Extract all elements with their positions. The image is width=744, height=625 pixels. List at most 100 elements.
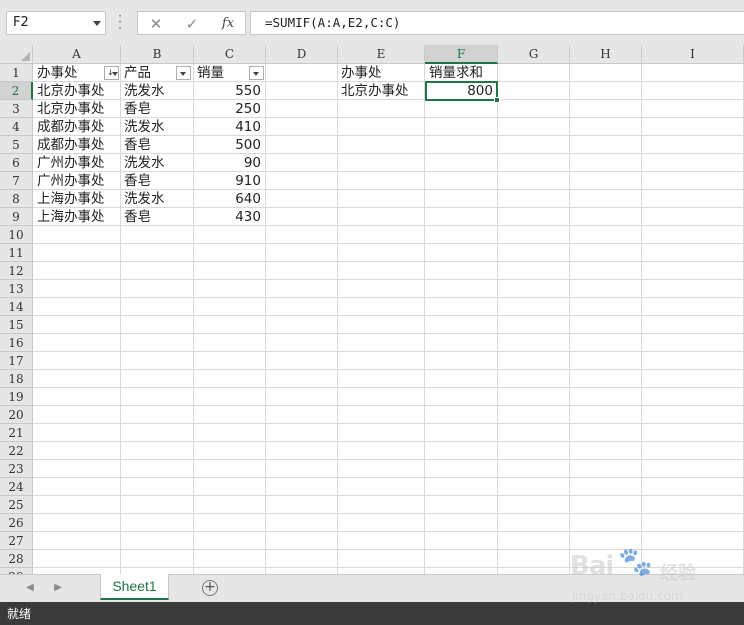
spreadsheet-grid[interactable]: ABCDEFGHI 1 2 3 4 5 6 7 8 9 10 11 12 13 14 15 16 17 18 19 2… bbox=[0, 45, 744, 574]
sheet-tab[interactable]: Sheet1 bbox=[100, 574, 169, 600]
cell-c6[interactable]: 90 bbox=[194, 154, 264, 172]
active-cell-cursor bbox=[425, 81, 500, 103]
cell-a5[interactable]: 成都办事处 bbox=[34, 136, 120, 154]
confirm-icon[interactable]: ✓ bbox=[180, 14, 204, 34]
sort-filter-button[interactable]: ↓ bbox=[104, 66, 119, 80]
cell-b6[interactable]: 洗发水 bbox=[121, 154, 191, 172]
row-header-20[interactable]: 20 bbox=[0, 406, 33, 424]
cell-a7[interactable]: 广州办事处 bbox=[34, 172, 120, 190]
row-header-24[interactable]: 24 bbox=[0, 478, 33, 496]
filter-arrow-icon bbox=[180, 72, 186, 76]
cell-c8[interactable]: 640 bbox=[194, 190, 264, 208]
row-header-4[interactable]: 4 bbox=[0, 118, 33, 136]
row-header-19[interactable]: 19 bbox=[0, 388, 33, 406]
cell-c4[interactable]: 410 bbox=[194, 118, 264, 136]
next-sheet-icon[interactable]: ▶ bbox=[50, 580, 66, 596]
sheet-tab-bar: ◀ ▶ Sheet1 + bbox=[0, 574, 744, 602]
cell-a6[interactable]: 广州办事处 bbox=[34, 154, 120, 172]
add-sheet-icon[interactable]: + bbox=[202, 580, 218, 596]
cell-a8[interactable]: 上海办事处 bbox=[34, 190, 120, 208]
cell-c3[interactable]: 250 bbox=[194, 100, 264, 118]
prev-sheet-icon[interactable]: ◀ bbox=[22, 580, 38, 596]
row-header-9[interactable]: 9 bbox=[0, 208, 33, 226]
formula-text: =SUMIF(A:A,E2,C:C) bbox=[265, 15, 401, 30]
column-header-f[interactable]: F bbox=[425, 45, 498, 64]
row-gridline bbox=[33, 459, 744, 460]
row-header-7[interactable]: 7 bbox=[0, 172, 33, 190]
status-text: 就绪 bbox=[7, 607, 32, 621]
row-header-16[interactable]: 16 bbox=[0, 334, 33, 352]
name-box[interactable]: F2 bbox=[6, 11, 106, 35]
cell-b9[interactable]: 香皂 bbox=[121, 208, 191, 226]
chevron-down-icon[interactable] bbox=[93, 21, 101, 26]
row-header-6[interactable]: 6 bbox=[0, 154, 33, 172]
row-header-2[interactable]: 2 bbox=[0, 82, 33, 100]
cell-e2[interactable]: 北京办事处 bbox=[338, 82, 424, 100]
row-header-25[interactable]: 25 bbox=[0, 496, 33, 514]
cell-c7[interactable]: 910 bbox=[194, 172, 264, 190]
row-header-12[interactable]: 12 bbox=[0, 262, 33, 280]
row-header-26[interactable]: 26 bbox=[0, 514, 33, 532]
row-gridline bbox=[33, 387, 744, 388]
row-gridline bbox=[33, 279, 744, 280]
select-all-icon bbox=[21, 52, 30, 61]
cell-b3[interactable]: 香皂 bbox=[121, 100, 191, 118]
column-header-a[interactable]: A bbox=[33, 45, 121, 64]
column-header-c[interactable]: C bbox=[194, 45, 266, 64]
cell-b2[interactable]: 洗发水 bbox=[121, 82, 191, 100]
column-header-b[interactable]: B bbox=[121, 45, 194, 64]
row-header-17[interactable]: 17 bbox=[0, 352, 33, 370]
filter-button[interactable] bbox=[249, 66, 264, 80]
filter-button[interactable] bbox=[176, 66, 191, 80]
more-options-icon[interactable]: · · · bbox=[118, 10, 122, 34]
row-header-18[interactable]: 18 bbox=[0, 370, 33, 388]
row-header-14[interactable]: 14 bbox=[0, 298, 33, 316]
row-header-1[interactable]: 1 bbox=[0, 64, 33, 82]
column-header-g[interactable]: G bbox=[498, 45, 570, 64]
select-all-button[interactable] bbox=[0, 45, 33, 64]
cell-a2[interactable]: 北京办事处 bbox=[34, 82, 120, 100]
row-header-28[interactable]: 28 bbox=[0, 550, 33, 568]
row-header-27[interactable]: 27 bbox=[0, 532, 33, 550]
row-gridline bbox=[33, 369, 744, 370]
cell-c5[interactable]: 500 bbox=[194, 136, 264, 154]
insert-function-icon[interactable]: fx bbox=[216, 14, 240, 34]
row-header-15[interactable]: 15 bbox=[0, 316, 33, 334]
cell-a3[interactable]: 北京办事处 bbox=[34, 100, 120, 118]
cell-c9[interactable]: 430 bbox=[194, 208, 264, 226]
row-gridline bbox=[33, 531, 744, 532]
row-header-22[interactable]: 22 bbox=[0, 442, 33, 460]
formula-input[interactable]: =SUMIF(A:A,E2,C:C) bbox=[250, 11, 744, 35]
row-gridline bbox=[33, 423, 744, 424]
row-gridline bbox=[33, 315, 744, 316]
row-header-23[interactable]: 23 bbox=[0, 460, 33, 478]
column-header-e[interactable]: E bbox=[338, 45, 425, 64]
status-bar: 就绪 bbox=[0, 602, 744, 625]
cell-b5[interactable]: 香皂 bbox=[121, 136, 191, 154]
cell-a4[interactable]: 成都办事处 bbox=[34, 118, 120, 136]
cell-e1[interactable]: 办事处 bbox=[338, 64, 424, 82]
cell-b8[interactable]: 洗发水 bbox=[121, 190, 191, 208]
cell-b7[interactable]: 香皂 bbox=[121, 172, 191, 190]
row-header-10[interactable]: 10 bbox=[0, 226, 33, 244]
row-gridline bbox=[33, 495, 744, 496]
row-header-5[interactable]: 5 bbox=[0, 136, 33, 154]
cell-c2[interactable]: 550 bbox=[194, 82, 264, 100]
row-header-11[interactable]: 11 bbox=[0, 244, 33, 262]
cell-f1[interactable]: 销量求和 bbox=[426, 64, 498, 82]
column-gridline bbox=[265, 64, 266, 574]
column-gridline bbox=[497, 64, 498, 574]
column-header-h[interactable]: H bbox=[570, 45, 642, 64]
row-header-21[interactable]: 21 bbox=[0, 424, 33, 442]
row-gridline bbox=[33, 243, 744, 244]
row-header-13[interactable]: 13 bbox=[0, 280, 33, 298]
cell-a9[interactable]: 上海办事处 bbox=[34, 208, 120, 226]
cell-b4[interactable]: 洗发水 bbox=[121, 118, 191, 136]
column-header-i[interactable]: I bbox=[642, 45, 744, 64]
row-header-3[interactable]: 3 bbox=[0, 100, 33, 118]
column-gridline bbox=[337, 64, 338, 574]
cancel-icon[interactable]: ✕ bbox=[144, 14, 168, 34]
column-header-d[interactable]: D bbox=[266, 45, 338, 64]
row-header-8[interactable]: 8 bbox=[0, 190, 33, 208]
fill-handle[interactable] bbox=[494, 97, 500, 103]
